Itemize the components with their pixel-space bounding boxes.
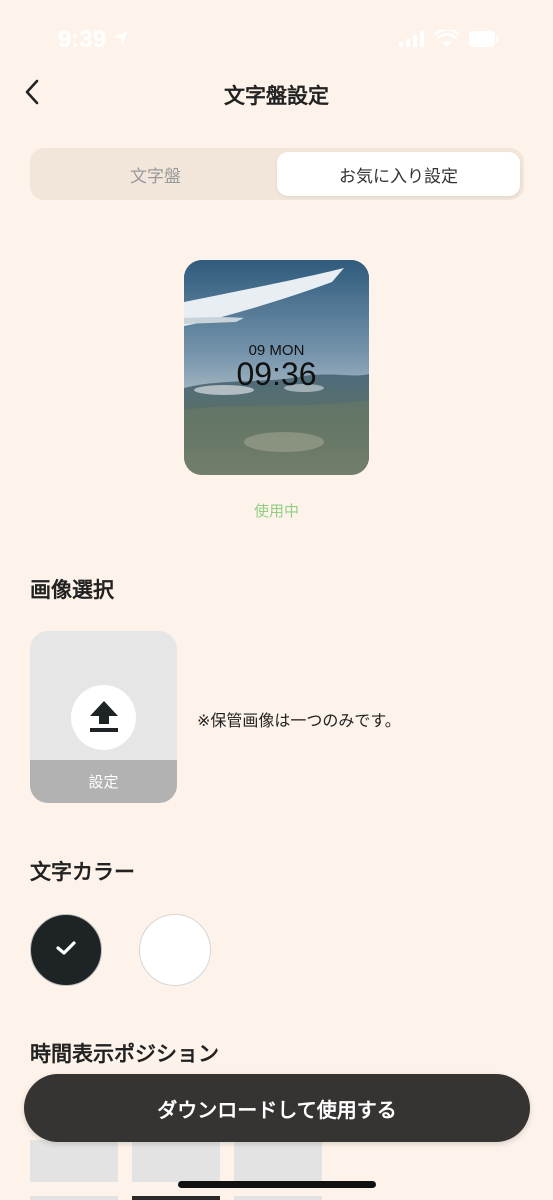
position-option-1[interactable] [30, 1140, 118, 1182]
navigation-bar: 文字盤設定 [0, 70, 553, 118]
image-select-title: 画像選択 [30, 578, 114, 602]
home-indicator [178, 1181, 376, 1188]
wifi-icon [434, 28, 460, 52]
watch-face-preview: 09 MON 09:36 [184, 260, 369, 475]
location-arrow-icon [112, 26, 130, 54]
battery-icon [469, 31, 499, 51]
tab-favorite-settings[interactable]: お気に入り設定 [277, 152, 520, 196]
page-title: 文字盤設定 [224, 84, 329, 108]
in-use-status: 使用中 [253, 502, 299, 520]
position-option-2[interactable] [132, 1140, 220, 1182]
position-option-6[interactable] [234, 1196, 322, 1200]
upload-image-button[interactable]: 設定 [30, 631, 177, 803]
segmented-control: 文字盤 お気に入り設定 [30, 148, 524, 200]
upload-icon-circle [71, 685, 136, 750]
upload-icon [88, 699, 120, 737]
upload-label: 設定 [30, 760, 177, 803]
time-position-grid [30, 1140, 330, 1200]
status-bar: 9:39 [0, 0, 553, 80]
position-option-5[interactable] [132, 1196, 220, 1200]
color-swatch-white[interactable] [139, 914, 211, 986]
storage-note: ※保管画像は一つのみです。 [197, 711, 401, 730]
status-icons [399, 28, 499, 52]
preview-time: 09:36 [236, 356, 317, 392]
status-time-text: 9:39 [58, 26, 107, 53]
text-color-title: 文字カラー [30, 860, 135, 884]
checkmark-icon [55, 939, 77, 961]
signal-icon [399, 31, 425, 51]
tab-dial[interactable]: 文字盤 [34, 152, 277, 196]
color-swatch-black[interactable] [30, 914, 102, 986]
status-time: 9:39 [58, 26, 130, 54]
time-position-title: 時間表示ポジション [30, 1042, 219, 1066]
position-option-4[interactable] [30, 1196, 118, 1200]
download-and-use-button[interactable]: ダウンロードして使用する [24, 1074, 530, 1142]
position-option-3[interactable] [234, 1140, 322, 1182]
